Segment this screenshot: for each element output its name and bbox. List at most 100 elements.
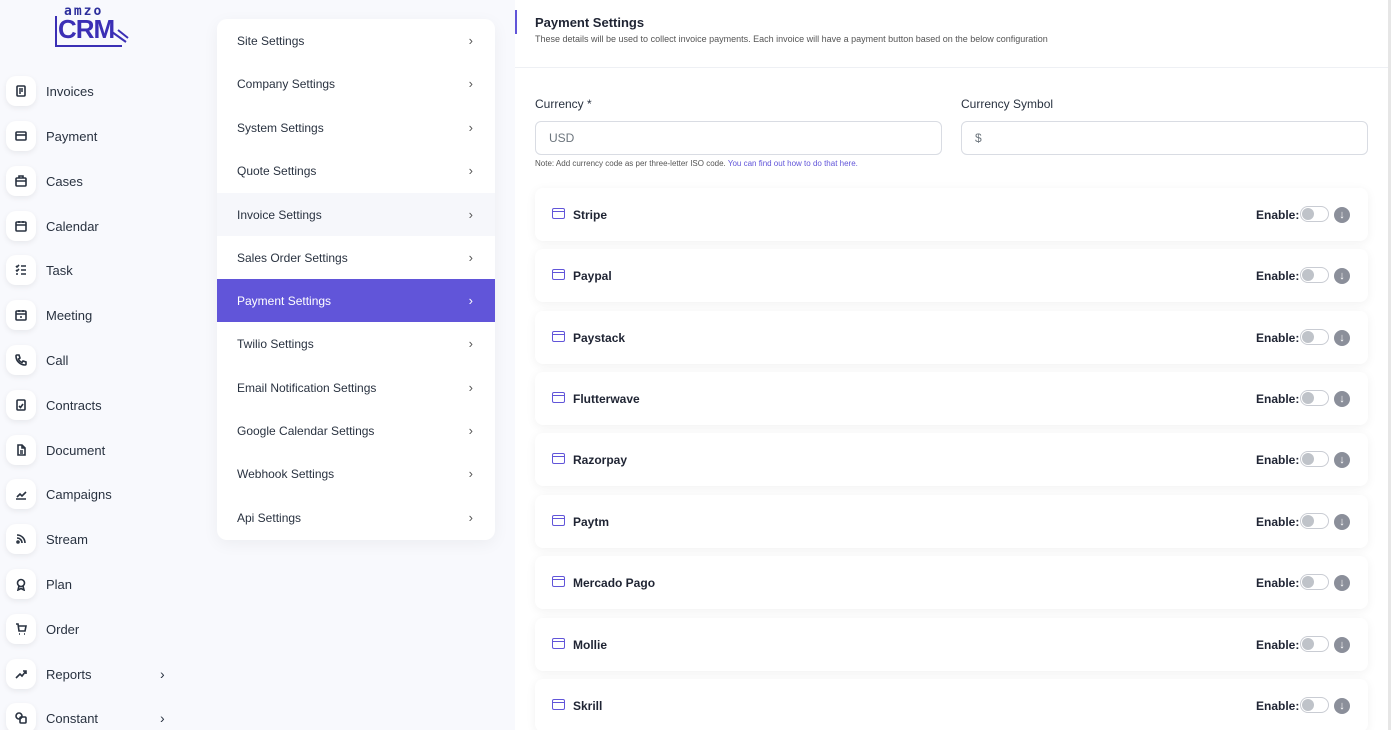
settings-menu: Site Settings › Company Settings › System Se… <box>217 19 495 540</box>
sidebar-item-calendar[interactable]: Calendar <box>0 206 190 246</box>
enable-toggle[interactable] <box>1300 451 1329 467</box>
sidebar-item-label: Document <box>46 442 106 458</box>
expand-arrow-icon[interactable]: ↓ <box>1334 207 1350 223</box>
settings-menu-item-invoice-settings[interactable]: Invoice Settings › <box>217 193 495 236</box>
credit-card-icon <box>552 699 565 710</box>
enable-toggle[interactable] <box>1300 513 1329 529</box>
settings-menu-label: Email Notification Settings <box>237 380 377 395</box>
sidebar-item-invoices[interactable]: Invoices <box>0 71 190 111</box>
gateway-card-flutterwave[interactable]: Flutterwave Enable: ↓ <box>535 372 1368 425</box>
expand-arrow-icon[interactable]: ↓ <box>1334 698 1350 714</box>
enable-toggle[interactable] <box>1300 206 1329 222</box>
rss-icon <box>6 524 36 554</box>
enable-label: Enable: <box>1256 331 1300 345</box>
enable-toggle[interactable] <box>1300 390 1329 406</box>
enable-toggle[interactable] <box>1300 267 1329 283</box>
gateway-card-stripe[interactable]: Stripe Enable: ↓ <box>535 188 1368 241</box>
calendar-icon <box>6 211 36 241</box>
expand-arrow-icon[interactable]: ↓ <box>1334 452 1350 468</box>
task-list-icon <box>6 255 36 285</box>
sidebar-item-campaigns[interactable]: Campaigns <box>0 474 190 514</box>
toggle-knob <box>1302 208 1314 220</box>
currency-input[interactable]: USD <box>535 121 942 155</box>
credit-card-icon <box>552 331 565 342</box>
settings-menu-item-twilio-settings[interactable]: Twilio Settings › <box>217 322 495 365</box>
credit-card-icon <box>552 576 565 587</box>
chevron-right-icon: › <box>468 423 473 438</box>
enable-toggle[interactable] <box>1300 329 1329 345</box>
gateway-card-paypal[interactable]: Paypal Enable: ↓ <box>535 249 1368 302</box>
gateway-card-skrill[interactable]: Skrill Enable: ↓ <box>535 679 1368 730</box>
currency-symbol-input[interactable]: $ <box>961 121 1368 155</box>
page-subtitle: These details will be used to collect in… <box>535 34 1048 44</box>
briefcase-icon <box>6 166 36 196</box>
chevron-right-icon: › <box>468 76 473 91</box>
sidebar-item-document[interactable]: Document <box>0 430 190 470</box>
iso-code-help-link[interactable]: You can find out how to do that here. <box>728 159 858 168</box>
gateway-card-paytm[interactable]: Paytm Enable: ↓ <box>535 495 1368 548</box>
toggle-knob <box>1302 515 1314 527</box>
sidebar-item-payment[interactable]: Payment <box>0 116 190 156</box>
toggle-knob <box>1302 453 1314 465</box>
settings-menu-label: Sales Order Settings <box>237 250 348 265</box>
settings-menu-item-payment-settings[interactable]: Payment Settings › <box>217 279 495 322</box>
settings-menu-item-api-settings[interactable]: Api Settings › <box>217 496 495 539</box>
credit-card-icon <box>552 392 565 403</box>
sidebar-item-constant[interactable]: Constant › <box>0 698 190 730</box>
expand-arrow-icon[interactable]: ↓ <box>1334 637 1350 653</box>
chevron-right-icon: › <box>468 380 473 395</box>
settings-menu-item-email-notification-settings[interactable]: Email Notification Settings › <box>217 366 495 409</box>
logo-brand-text: CRM <box>58 14 115 44</box>
enable-label: Enable: <box>1256 515 1300 529</box>
enable-label: Enable: <box>1256 576 1300 590</box>
trending-icon <box>6 659 36 689</box>
expand-arrow-icon[interactable]: ↓ <box>1334 391 1350 407</box>
shapes-icon <box>6 703 36 730</box>
enable-toggle[interactable] <box>1300 697 1329 713</box>
settings-menu-item-webhook-settings[interactable]: Webhook Settings › <box>217 452 495 495</box>
chevron-right-icon: › <box>468 293 473 308</box>
credit-card-icon <box>552 515 565 526</box>
sidebar-item-plan[interactable]: Plan <box>0 564 190 604</box>
sidebar-item-task[interactable]: Task <box>0 250 190 290</box>
chevron-right-icon: › <box>468 466 473 481</box>
sidebar-item-reports[interactable]: Reports › <box>0 654 190 694</box>
expand-arrow-icon[interactable]: ↓ <box>1334 514 1350 530</box>
sidebar-item-call[interactable]: Call <box>0 340 190 380</box>
gateway-card-paystack[interactable]: Paystack Enable: ↓ <box>535 311 1368 364</box>
sidebar-item-label: Invoices <box>46 83 94 99</box>
toggle-knob <box>1302 638 1314 650</box>
enable-label: Enable: <box>1256 453 1300 467</box>
payment-icon <box>6 121 36 151</box>
expand-arrow-icon[interactable]: ↓ <box>1334 575 1350 591</box>
settings-menu-item-system-settings[interactable]: System Settings › <box>217 106 495 149</box>
sidebar-item-meeting[interactable]: Meeting <box>0 295 190 335</box>
settings-menu-item-sales-order-settings[interactable]: Sales Order Settings › <box>217 236 495 279</box>
sidebar-item-stream[interactable]: Stream <box>0 519 190 559</box>
enable-toggle[interactable] <box>1300 574 1329 590</box>
chevron-right-icon: › <box>160 666 165 682</box>
enable-toggle[interactable] <box>1300 636 1329 652</box>
currency-note: Note: Add currency code as per three-let… <box>535 159 858 168</box>
sidebar-item-label: Constant <box>46 710 99 726</box>
gateway-card-mollie[interactable]: Mollie Enable: ↓ <box>535 618 1368 671</box>
gateway-name: Paytm <box>573 515 610 529</box>
sidebar-item-cases[interactable]: Cases <box>0 161 190 201</box>
settings-menu-item-google-calendar-settings[interactable]: Google Calendar Settings › <box>217 409 495 452</box>
chart-line-icon <box>6 479 36 509</box>
award-icon <box>6 569 36 599</box>
settings-menu-item-quote-settings[interactable]: Quote Settings › <box>217 149 495 192</box>
sidebar-item-label: Order <box>46 621 80 637</box>
settings-menu-item-site-settings[interactable]: Site Settings › <box>217 19 495 62</box>
amzo-crm-logo[interactable]: amzo CRM <box>50 4 132 48</box>
toggle-knob <box>1302 699 1314 711</box>
expand-arrow-icon[interactable]: ↓ <box>1334 330 1350 346</box>
expand-arrow-icon[interactable]: ↓ <box>1334 268 1350 284</box>
sidebar-item-contracts[interactable]: Contracts <box>0 385 190 425</box>
sidebar-item-order[interactable]: Order <box>0 609 190 649</box>
gateway-card-mercado-pago[interactable]: Mercado Pago Enable: ↓ <box>535 556 1368 609</box>
header-divider <box>515 67 1388 68</box>
settings-menu-item-company-settings[interactable]: Company Settings › <box>217 62 495 105</box>
gateway-card-razorpay[interactable]: Razorpay Enable: ↓ <box>535 433 1368 486</box>
sidebar-item-label: Payment <box>46 128 98 144</box>
